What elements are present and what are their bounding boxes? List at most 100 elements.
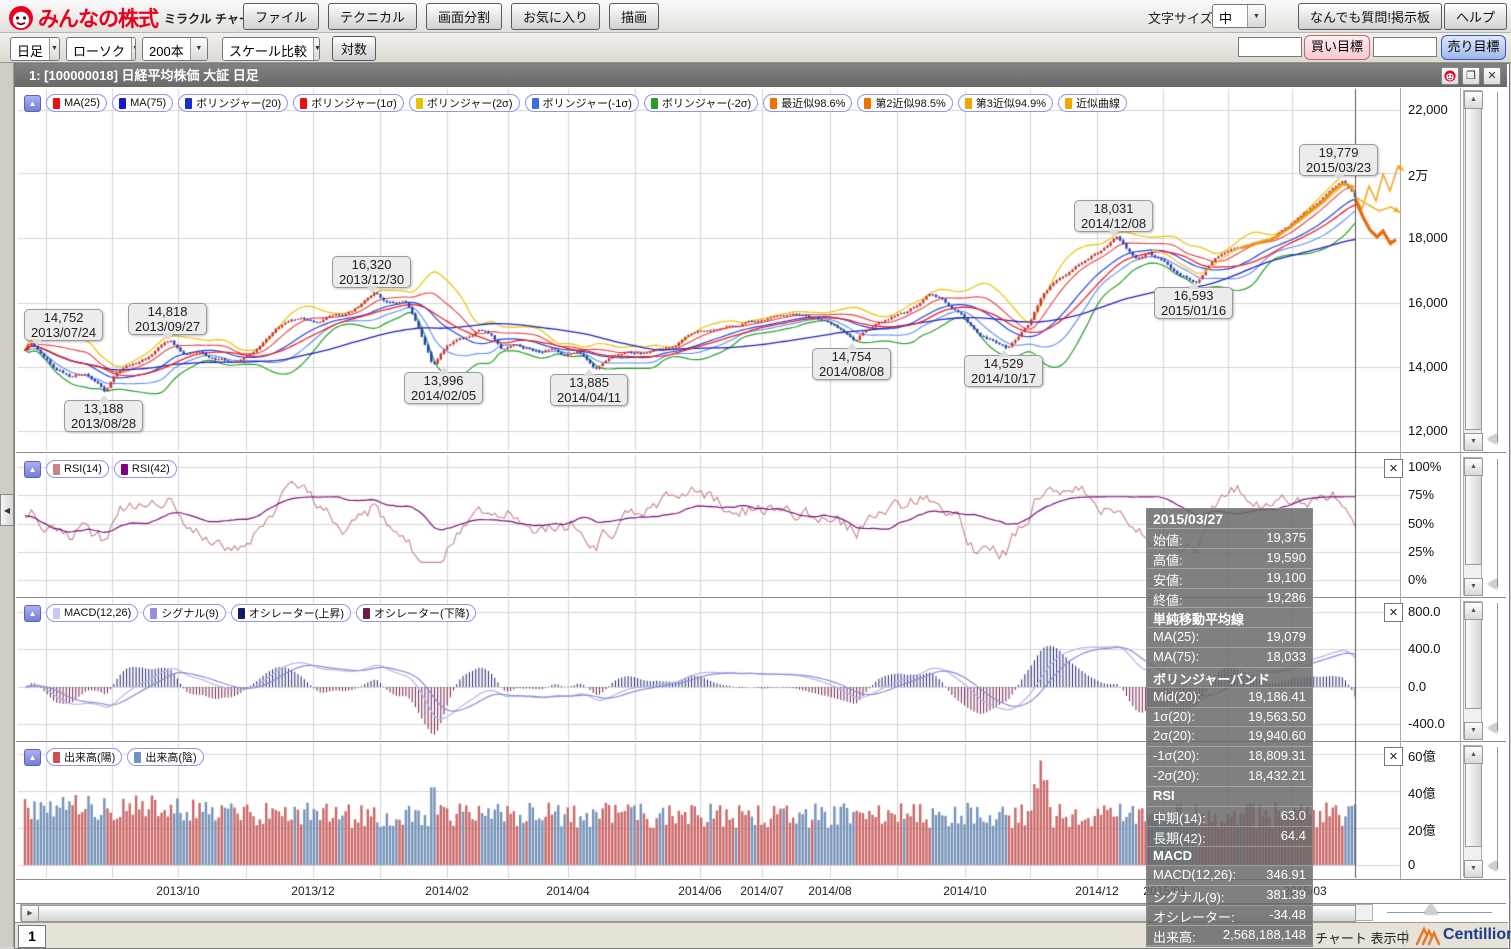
vertical-zoom-slider[interactable] — [1497, 747, 1498, 869]
chart-title-bar[interactable]: 1: [100000018] 日経平均株価 大証 日足 ❐ ✕ — [15, 64, 1507, 87]
chevron-down-icon[interactable]: ▼ — [131, 38, 136, 60]
scroll-down-icon[interactable]: ▼ — [1464, 578, 1483, 596]
vertical-zoom-slider-handle[interactable] — [1488, 723, 1497, 733]
legend-toggle-osc-up[interactable]: オシレーター(上昇) — [231, 604, 351, 622]
collapse-panel-button[interactable]: ▲ — [24, 605, 41, 622]
legend-label: ボリンジャー(-2σ) — [662, 95, 751, 111]
annotation-date: 2013/08/28 — [71, 416, 136, 431]
tooltip-value: 19,100 — [1266, 570, 1306, 587]
file-button[interactable]: ファイル — [243, 3, 319, 30]
page-tab-1[interactable]: 1 — [18, 925, 46, 948]
legend-toggle-fit1[interactable]: 最近似98.6% — [763, 94, 852, 112]
scroll-right-icon[interactable]: ▶ — [21, 905, 39, 922]
period-select[interactable]: 日足▼ — [10, 37, 60, 61]
legend-color-swatch — [864, 98, 871, 109]
chevron-down-icon[interactable]: ▼ — [190, 38, 207, 60]
scale-compare-select[interactable]: スケール比較▼ — [222, 37, 320, 61]
vertical-scrollbar-thumb[interactable] — [1465, 619, 1482, 709]
legend-toggle-macd[interactable]: MACD(12,26) — [46, 604, 138, 622]
sell-target-input[interactable] — [1373, 37, 1437, 57]
vertical-zoom-slider-handle[interactable] — [1488, 861, 1497, 871]
collapse-panel-button[interactable]: ▲ — [24, 461, 41, 478]
legend-toggle-fit-curve[interactable]: 近似曲線 — [1058, 94, 1127, 112]
tooltip-value: 64.4 — [1281, 828, 1306, 845]
volume-panel-close-icon[interactable]: ✕ — [1384, 747, 1403, 766]
qa-board-button[interactable]: なんでも質問!掲示板 — [1298, 3, 1442, 30]
sell-target-button[interactable]: 売り目標 — [1441, 35, 1506, 60]
tooltip-value: 19,375 — [1266, 530, 1306, 547]
buy-target-input[interactable] — [1238, 37, 1302, 57]
horizontal-zoom-slider-handle[interactable] — [1424, 904, 1438, 914]
vertical-scrollbar[interactable]: ▲▼ — [1463, 90, 1482, 450]
restore-window-icon[interactable]: ❐ — [1462, 67, 1480, 85]
vertical-scrollbar-thumb[interactable] — [1465, 763, 1482, 847]
vertical-scrollbar[interactable]: ▲▼ — [1463, 745, 1482, 877]
scroll-up-icon[interactable]: ▲ — [1464, 746, 1483, 764]
horizontal-zoom-slider[interactable] — [1387, 912, 1492, 913]
buy-target-button[interactable]: 買い目標 — [1304, 35, 1370, 60]
legend-toggle-fit2[interactable]: 第2近似98.5% — [857, 94, 952, 112]
log-scale-button[interactable]: 対数 — [332, 36, 376, 61]
tooltip-label: -2σ(20): — [1153, 768, 1199, 785]
vertical-scrollbar-thumb[interactable] — [1465, 108, 1482, 430]
centillion-mountain-icon — [1415, 924, 1441, 946]
vertical-zoom-slider[interactable] — [1497, 603, 1498, 731]
legend-toggle-signal[interactable]: シグナル(9) — [143, 604, 225, 622]
price-annotation: 13,1882013/08/28 — [64, 400, 143, 432]
close-window-icon[interactable]: ✕ — [1483, 67, 1501, 85]
legend-color-swatch — [53, 608, 60, 619]
annotation-pointer — [998, 350, 1010, 357]
tooltip-row: 出来高:2,568,188,148 — [1147, 926, 1312, 946]
vertical-scrollbar[interactable]: ▲▼ — [1463, 457, 1482, 595]
legend-toggle-ma25[interactable]: MA(25) — [46, 94, 107, 112]
collapse-panel-button[interactable]: ▲ — [24, 749, 41, 766]
vertical-scrollbar[interactable]: ▲▼ — [1463, 601, 1482, 739]
legend-toggle-boll-p2s[interactable]: ボリンジャー(2σ) — [409, 94, 520, 112]
legend-toggle-vol-up[interactable]: 出来高(陽) — [46, 748, 122, 766]
collapse-panel-button[interactable]: ▲ — [24, 95, 41, 112]
volume-legend: ▲ 出来高(陽) 出来高(陰) — [24, 748, 204, 766]
vertical-zoom-slider-handle[interactable] — [1488, 579, 1497, 589]
scroll-down-icon[interactable]: ▼ — [1464, 722, 1483, 740]
tooltip-label: MA(75): — [1153, 649, 1199, 666]
legend-toggle-rsi42[interactable]: RSI(42) — [114, 460, 177, 478]
font-size-value: 中 — [1213, 5, 1247, 27]
scroll-up-icon[interactable]: ▲ — [1464, 458, 1483, 476]
chevron-down-icon[interactable]: ▼ — [313, 38, 320, 60]
rsi-panel-close-icon[interactable]: ✕ — [1384, 459, 1403, 478]
chart-style-select[interactable]: ローソク▼ — [66, 37, 136, 61]
legend-toggle-boll-m1s[interactable]: ボリンジャー(-1σ) — [525, 94, 639, 112]
split-screen-button[interactable]: 画面分割 — [426, 3, 502, 30]
draw-button[interactable]: 描画 — [609, 3, 659, 30]
technical-button[interactable]: テクニカル — [328, 3, 417, 30]
legend-toggle-fit3[interactable]: 第3近似94.9% — [958, 94, 1053, 112]
vertical-scrollbar-thumb[interactable] — [1465, 475, 1482, 565]
legend-label: RSI(14) — [64, 463, 102, 475]
chevron-down-icon[interactable]: ▼ — [1247, 5, 1265, 27]
legend-toggle-rsi14[interactable]: RSI(14) — [46, 460, 109, 478]
scroll-up-icon[interactable]: ▲ — [1464, 91, 1483, 109]
vertical-zoom-slider-handle[interactable] — [1488, 434, 1497, 444]
legend-toggle-boll-p1s[interactable]: ボリンジャー(1σ) — [293, 94, 404, 112]
legend-toggle-osc-down[interactable]: オシレーター(下降) — [356, 604, 476, 622]
legend-toggle-vol-down[interactable]: 出来高(陰) — [127, 748, 203, 766]
scroll-down-icon[interactable]: ▼ — [1464, 860, 1483, 878]
scroll-down-icon[interactable]: ▼ — [1464, 433, 1483, 451]
legend-toggle-ma75[interactable]: MA(75) — [112, 94, 173, 112]
font-size-select[interactable]: 中 ▼ — [1212, 4, 1266, 28]
annotation-price: 13,188 — [71, 401, 136, 416]
legend-toggle-boll-m2s[interactable]: ボリンジャー(-2σ) — [644, 94, 758, 112]
chevron-down-icon[interactable]: ▼ — [49, 38, 59, 60]
tooltip-value: 19,590 — [1266, 550, 1306, 567]
price-annotation: 14,8182013/09/27 — [128, 303, 207, 335]
help-button[interactable]: ヘルプ — [1444, 3, 1507, 30]
legend-toggle-boll20[interactable]: ボリンジャー(20) — [178, 94, 288, 112]
vertical-zoom-slider[interactable] — [1497, 459, 1498, 587]
favorites-button[interactable]: お気に入り — [511, 3, 600, 30]
tooltip-value: 18,033 — [1266, 649, 1306, 666]
app-face-icon[interactable] — [1441, 67, 1459, 85]
vertical-zoom-slider[interactable] — [1497, 92, 1498, 442]
macd-panel-close-icon[interactable]: ✕ — [1384, 603, 1403, 622]
bar-count-select[interactable]: 200本▼ — [142, 37, 208, 61]
scroll-up-icon[interactable]: ▲ — [1464, 602, 1483, 620]
